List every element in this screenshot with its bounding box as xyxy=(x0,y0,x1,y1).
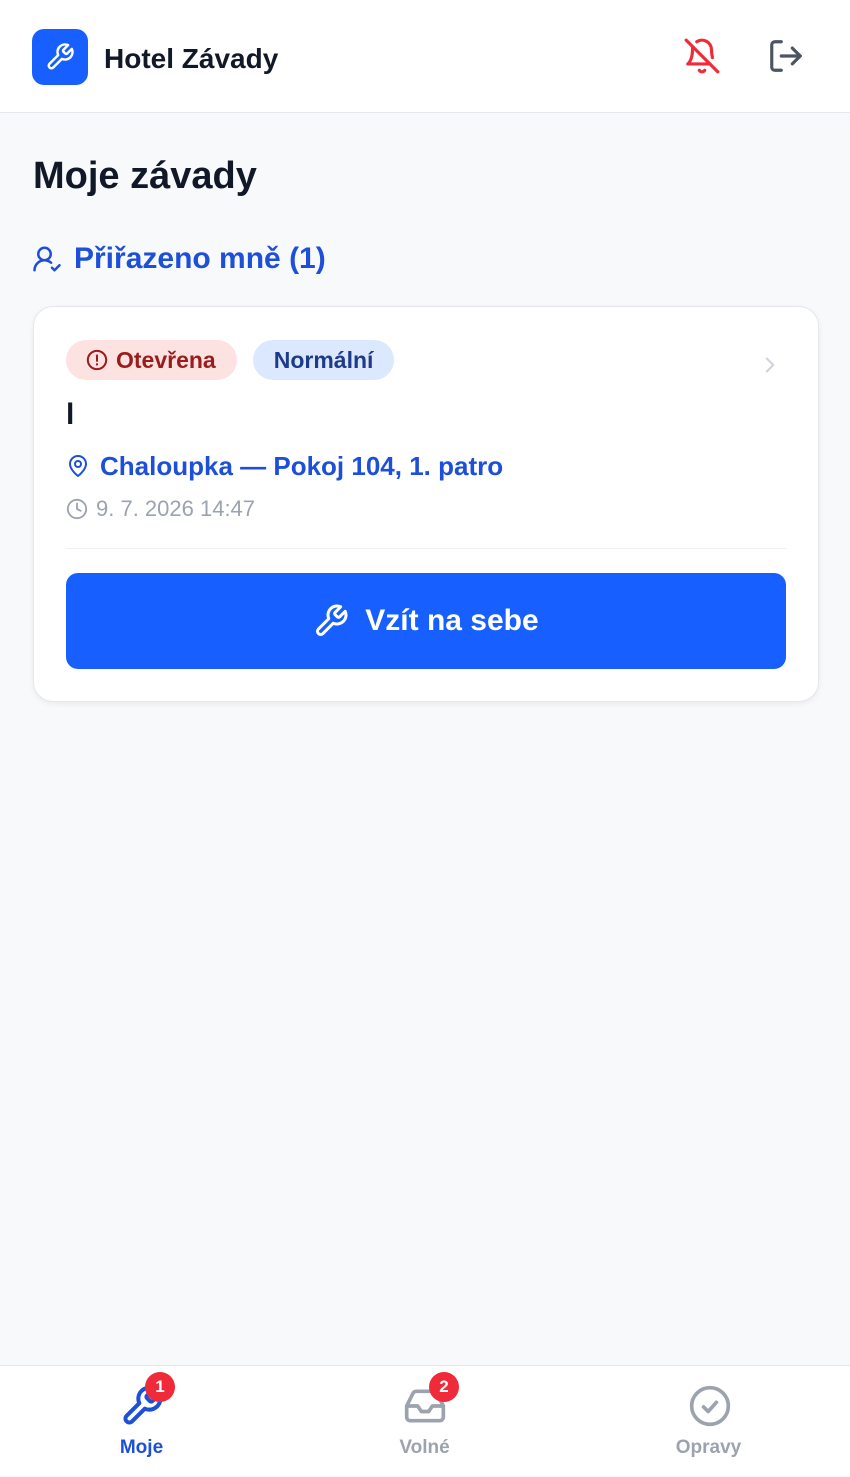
status-badge: Otevřena xyxy=(66,340,237,380)
timestamp-text: 9. 7. 2026 14:47 xyxy=(96,496,256,521)
check-circle-icon xyxy=(689,1385,731,1427)
chevron-right-icon xyxy=(765,357,775,373)
card-divider xyxy=(66,548,786,549)
clock-icon xyxy=(66,498,88,520)
issue-timestamp: 9. 7. 2026 14:47 xyxy=(66,495,255,523)
logout-button[interactable] xyxy=(764,34,808,78)
app-header: Hotel Závady xyxy=(0,0,850,113)
page-title: Moje závady xyxy=(33,155,257,197)
bottom-navigation: 1 Moje 2 Volné Opravy xyxy=(0,1365,850,1476)
nav-badge-moje: 1 xyxy=(145,1372,175,1402)
issue-card[interactable]: Otevřena Normální l Chaloupka — Pokoj 10… xyxy=(33,306,819,702)
location-text: Chaloupka — Pokoj 104, 1. patro xyxy=(100,451,504,481)
nav-label-opravy: Opravy xyxy=(675,1437,742,1458)
nav-label-volne: Volné xyxy=(399,1437,450,1458)
section-label: Přiřazeno mně (1) xyxy=(74,242,326,275)
nav-item-opravy[interactable]: Opravy xyxy=(567,1366,850,1477)
wrench-icon xyxy=(316,604,348,636)
issue-location: Chaloupka — Pokoj 104, 1. patro xyxy=(66,449,503,483)
user-check-icon xyxy=(33,246,61,272)
app-title: Hotel Závady xyxy=(104,43,279,74)
wrench-icon xyxy=(47,43,74,70)
app-logo xyxy=(32,29,88,85)
nav-label-moje: Moje xyxy=(119,1437,164,1458)
open-detail-chevron[interactable] xyxy=(756,351,784,379)
priority-badge: Normální xyxy=(252,340,395,380)
status-label: Otevřena xyxy=(116,347,216,373)
section-heading: Přiřazeno mně (1) xyxy=(32,240,326,278)
nav-item-volne[interactable]: 2 Volné xyxy=(283,1366,566,1477)
issue-badges: Otevřena Normální xyxy=(66,340,395,380)
nav-icon-wrap xyxy=(688,1384,732,1428)
issue-title: l xyxy=(66,398,75,431)
nav-item-moje[interactable]: 1 Moje xyxy=(0,1366,283,1477)
take-issue-label: Vzít na sebe xyxy=(365,604,539,637)
notifications-button[interactable] xyxy=(680,34,724,78)
bell-off-icon xyxy=(684,38,720,74)
map-pin-icon xyxy=(69,455,87,477)
take-issue-button[interactable]: Vzít na sebe xyxy=(66,573,786,669)
logout-icon xyxy=(770,40,802,72)
alert-circle-icon xyxy=(86,349,108,371)
nav-badge-volne: 2 xyxy=(429,1372,459,1402)
priority-label: Normální xyxy=(273,347,374,373)
